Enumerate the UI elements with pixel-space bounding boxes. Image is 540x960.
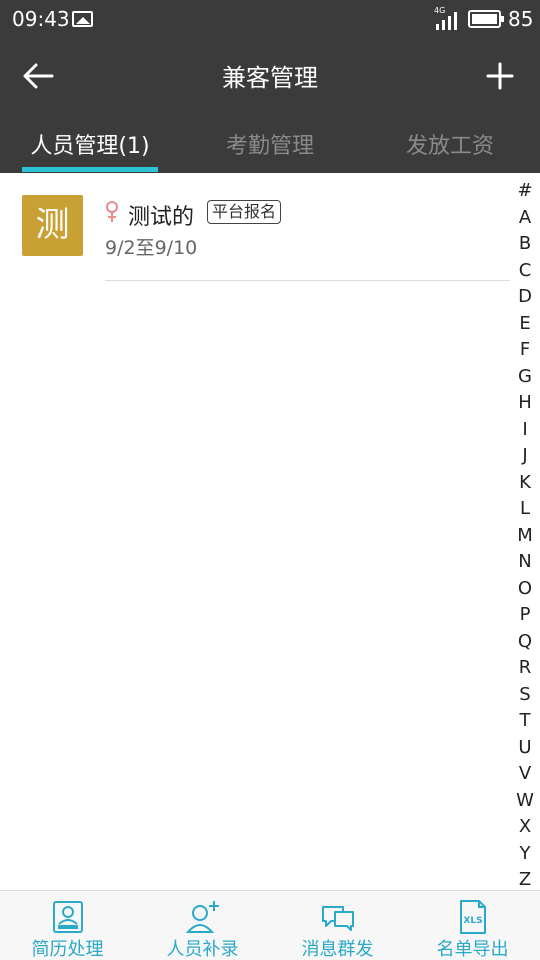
index-letter[interactable]: O bbox=[510, 578, 540, 599]
divider bbox=[105, 280, 510, 281]
index-letter[interactable]: S bbox=[510, 684, 540, 705]
export-list-button[interactable]: XLS 名单导出 bbox=[405, 891, 540, 960]
add-person-icon bbox=[185, 901, 219, 933]
screen: 09:43 4G 85 兼客管理 人员管理(1) 考勤管理 发放工资 测 测试的… bbox=[0, 0, 540, 960]
status-time: 09:43 bbox=[12, 7, 70, 31]
tab-indicator bbox=[22, 167, 158, 172]
nav-label: 名单导出 bbox=[436, 939, 509, 960]
index-letter[interactable]: P bbox=[510, 604, 540, 625]
index-letter[interactable]: C bbox=[510, 260, 540, 281]
add-personnel-button[interactable]: 人员补录 bbox=[135, 891, 270, 960]
list-item[interactable]: 测 测试的 平台报名 9/2至9/10 bbox=[0, 173, 510, 281]
bottom-toolbar: 简历处理 人员补录 消息群发 XLS 名单导出 bbox=[0, 890, 540, 960]
tab-bar: 人员管理(1) 考勤管理 发放工资 bbox=[0, 116, 540, 173]
index-letter[interactable]: B bbox=[510, 233, 540, 254]
index-letter[interactable]: H bbox=[510, 392, 540, 413]
image-notification-icon bbox=[72, 11, 93, 27]
person-name: 测试的 bbox=[128, 205, 195, 230]
source-badge: 平台报名 bbox=[207, 200, 282, 224]
index-letter[interactable]: X bbox=[510, 816, 540, 837]
index-letter[interactable]: U bbox=[510, 737, 540, 758]
index-letter[interactable]: R bbox=[510, 657, 540, 678]
broadcast-message-button[interactable]: 消息群发 bbox=[270, 891, 405, 960]
xls-file-icon: XLS bbox=[459, 900, 486, 934]
tab-attendance[interactable]: 考勤管理 bbox=[180, 128, 360, 160]
index-letter[interactable]: J bbox=[510, 445, 540, 466]
index-letter[interactable]: I bbox=[510, 419, 540, 440]
index-letter[interactable]: N bbox=[510, 551, 540, 572]
index-letter[interactable]: M bbox=[510, 525, 540, 546]
signal-icon: 4G bbox=[434, 6, 462, 30]
tab-personnel[interactable]: 人员管理(1) bbox=[0, 128, 180, 160]
index-letter[interactable]: Z bbox=[510, 869, 540, 890]
index-letter[interactable]: E bbox=[510, 313, 540, 334]
index-letter[interactable]: # bbox=[510, 180, 540, 201]
nav-label: 简历处理 bbox=[31, 939, 104, 960]
work-dates: 9/2至9/10 bbox=[105, 237, 198, 259]
index-letter[interactable]: T bbox=[510, 710, 540, 731]
female-icon bbox=[106, 201, 118, 222]
index-letter[interactable]: D bbox=[510, 286, 540, 307]
battery-icon bbox=[468, 10, 504, 28]
status-bar: 09:43 4G 85 bbox=[0, 0, 540, 38]
index-letter[interactable]: L bbox=[510, 498, 540, 519]
alphabet-index-bar[interactable]: # A B C D E F G H I J K L M N O P Q R S … bbox=[510, 180, 540, 890]
index-letter[interactable]: W bbox=[510, 790, 540, 811]
plus-icon bbox=[486, 62, 514, 90]
page-title: 兼客管理 bbox=[222, 64, 318, 92]
index-letter[interactable]: G bbox=[510, 366, 540, 387]
svg-text:XLS: XLS bbox=[463, 916, 482, 926]
chat-bubbles-icon bbox=[321, 906, 354, 931]
app-header: 兼客管理 bbox=[0, 38, 540, 116]
add-button[interactable] bbox=[480, 56, 520, 96]
index-letter[interactable]: A bbox=[510, 207, 540, 228]
avatar: 测 bbox=[22, 195, 83, 256]
index-letter[interactable]: V bbox=[510, 763, 540, 784]
index-letter[interactable]: F bbox=[510, 339, 540, 360]
network-type: 4G bbox=[434, 6, 446, 15]
index-letter[interactable]: Y bbox=[510, 843, 540, 864]
tab-payroll[interactable]: 发放工资 bbox=[360, 128, 540, 160]
nav-label: 人员补录 bbox=[166, 939, 239, 960]
resume-processing-button[interactable]: 简历处理 bbox=[0, 891, 135, 960]
index-letter[interactable]: Q bbox=[510, 631, 540, 652]
battery-percent: 85 bbox=[508, 7, 534, 31]
resume-icon bbox=[52, 901, 83, 933]
nav-label: 消息群发 bbox=[301, 939, 374, 960]
index-letter[interactable]: K bbox=[510, 472, 540, 493]
